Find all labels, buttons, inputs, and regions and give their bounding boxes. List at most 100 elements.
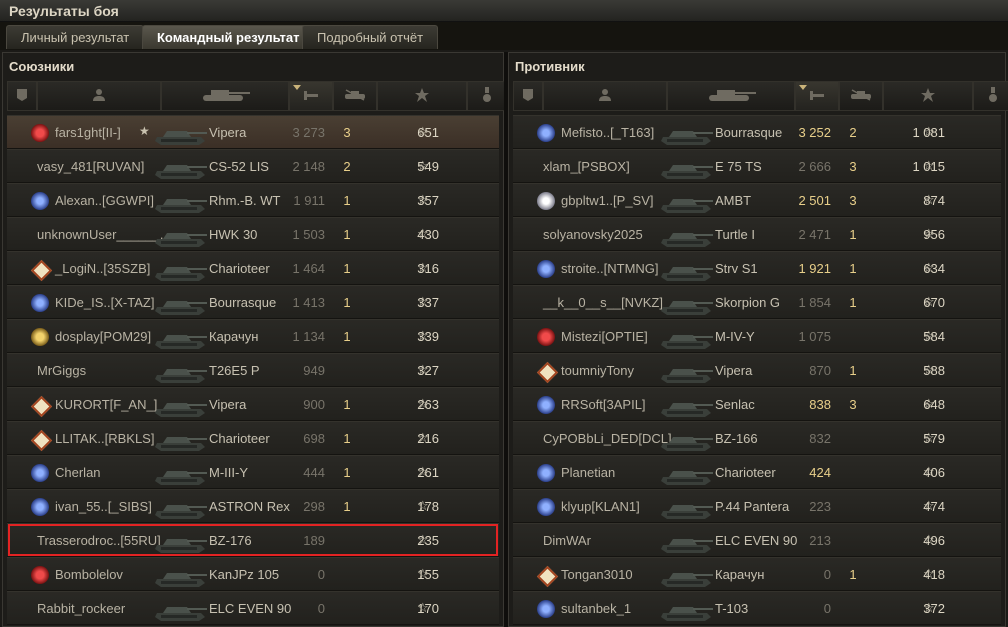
damage-value: 870 xyxy=(809,363,831,378)
enemies-player-row[interactable]: Mefisto..[_T163] Bourrasque 3 252 2 1 081 ☆ xyxy=(513,115,1001,149)
enemies-col-header-damage-icon[interactable] xyxy=(795,81,839,111)
player-name: toumniyTony xyxy=(561,363,634,378)
clan-badge-icon xyxy=(537,566,555,584)
allies-player-row[interactable]: vasy_481[RUVAN] CS-52 LIS 2 148 2 549 ☆ xyxy=(7,149,499,183)
tank-name: Charioteer xyxy=(715,465,776,480)
tank-name: Карачун xyxy=(715,567,765,582)
allies-rows: fars1ght[II-] ★ Vipera 3 273 3 651 ☆ vasy_481[R… xyxy=(7,115,499,625)
player-name: klyup[KLAN1] xyxy=(561,499,640,514)
experience-value: 170 xyxy=(417,601,439,616)
allies-player-row[interactable]: unknownUser______.. HWK 30 1 503 1 430 ☆ xyxy=(7,217,499,251)
allies-col-header-tank-icon[interactable] xyxy=(161,81,289,111)
allies-player-row[interactable]: Trasserodroc..[55RU] BZ-176 189 235 ☆ xyxy=(7,523,499,557)
kills-value: 3 xyxy=(343,125,351,140)
damage-value: 2 501 xyxy=(798,193,831,208)
player-name: RRSoft[3APIL] xyxy=(561,397,646,412)
experience-star-icon: ☆ xyxy=(417,226,429,241)
enemies-player-row[interactable]: Mistezi[OPTIE] M-IV-Y 1 075 584 ☆ xyxy=(513,319,1001,353)
tank-image-icon xyxy=(659,153,714,181)
damage-value: 838 xyxy=(809,397,831,412)
allies-player-row[interactable]: fars1ght[II-] ★ Vipera 3 273 3 651 ☆ xyxy=(7,115,499,149)
enemies-player-row[interactable]: RRSoft[3APIL] Senlac 838 3 648 ☆ xyxy=(513,387,1001,421)
tank-image-icon xyxy=(659,119,714,147)
kills-value: 1 xyxy=(849,363,857,378)
tab-detailed-report[interactable]: Подробный отчёт xyxy=(302,25,439,49)
experience-value: 634 xyxy=(923,261,945,276)
tier-badge-icon xyxy=(15,88,29,105)
allies-col-header-experience-star-icon[interactable] xyxy=(377,81,467,111)
experience-value: 670 xyxy=(923,295,945,310)
tank-name: Turtle I xyxy=(715,227,755,242)
allies-col-header-player-icon[interactable] xyxy=(37,81,161,111)
damage-icon xyxy=(302,88,320,105)
tank-name: T26E5 P xyxy=(209,363,260,378)
allies-panel: Союзники fars1ght[II-] ★ Vipera 3 273 3 651 ☆ v… xyxy=(2,52,507,627)
damage-value: 189 xyxy=(303,533,325,548)
enemies-player-row[interactable]: CyPOBbLi_DED[DCL] BZ-166 832 579 ☆ xyxy=(513,421,1001,455)
enemies-title: Противник xyxy=(515,59,585,74)
player-name: CyPOBbLi_DED[DCL] xyxy=(543,431,672,446)
tank-image-icon xyxy=(659,357,714,385)
tank-image-icon xyxy=(659,561,714,589)
allies-player-row[interactable]: KIDe_IS..[X-TAZ] Bourrasque 1 413 1 337 ☆ xyxy=(7,285,499,319)
tank-image-icon xyxy=(153,255,208,283)
enemies-player-row[interactable]: xlam_[PSBOX] E 75 TS 2 666 3 1 015 ☆ xyxy=(513,149,1001,183)
allies-player-row[interactable]: dosplay[POM29] Карачун 1 134 1 339 ☆ xyxy=(7,319,499,353)
enemies-col-header-experience-star-icon[interactable] xyxy=(883,81,973,111)
experience-value: 430 xyxy=(417,227,439,242)
allies-player-row[interactable]: ivan_55..[_SIBS] ASTRON Rex 298 1 178 ☆ xyxy=(7,489,499,523)
player-name: Mefisto..[_T163] xyxy=(561,125,655,140)
enemies-player-row[interactable]: Tongan3010 Карачун 0 1 418 ☆ xyxy=(513,557,1001,591)
allies-player-row[interactable]: Alexan..[GGWPI] Rhm.-B. WT 1 911 1 357 ☆ xyxy=(7,183,499,217)
allies-col-header-kills-icon[interactable] xyxy=(333,81,377,111)
enemies-player-row[interactable]: stroite..[NTMNG] Strv S1 1 921 1 634 ☆ xyxy=(513,251,1001,285)
tank-image-icon xyxy=(153,323,208,351)
damage-value: 1 854 xyxy=(798,295,831,310)
kills-value: 1 xyxy=(343,193,351,208)
experience-value: 178 xyxy=(417,499,439,514)
allies-col-header-tier-badge-icon[interactable] xyxy=(7,81,37,111)
enemies-player-row[interactable]: DimWAr ELC EVEN 90 213 496 ☆ xyxy=(513,523,1001,557)
experience-value: 337 xyxy=(417,295,439,310)
enemies-player-row[interactable]: __k__0__s__[NVKZ] Skorpion G 1 854 1 670 ☆ xyxy=(513,285,1001,319)
experience-value: 579 xyxy=(923,431,945,446)
medal-icon xyxy=(987,86,999,106)
damage-value: 213 xyxy=(809,533,831,548)
damage-value: 900 xyxy=(303,397,325,412)
allies-col-header-medal-icon[interactable] xyxy=(467,81,507,111)
tank-name: CS-52 LIS xyxy=(209,159,269,174)
enemies-player-row[interactable]: toumniyTony Vipera 870 1 588 ☆ xyxy=(513,353,1001,387)
tank-image-icon xyxy=(153,493,208,521)
player-name: unknownUser______.. xyxy=(37,227,168,242)
tab-team-result[interactable]: Командный результат xyxy=(142,25,315,49)
tank-image-icon xyxy=(153,357,208,385)
enemies-col-header-kills-icon[interactable] xyxy=(839,81,883,111)
allies-player-row[interactable]: KURORT[F_AN_] Vipera 900 1 263 ☆ xyxy=(7,387,499,421)
allies-player-row[interactable]: Rabbit_rockeer ELC EVEN 90 0 170 ☆ xyxy=(7,591,499,625)
enemies-col-header-player-icon[interactable] xyxy=(543,81,667,111)
enemies-col-header-medal-icon[interactable] xyxy=(973,81,1008,111)
tank-image-icon xyxy=(659,595,714,623)
allies-player-row[interactable]: Bombolelov KanJPz 105 0 155 ☆ xyxy=(7,557,499,591)
allies-player-row[interactable]: LLITAK..[RBKLS] Charioteer 698 1 216 ☆ xyxy=(7,421,499,455)
enemies-col-header-tier-badge-icon[interactable] xyxy=(513,81,543,111)
enemies-player-row[interactable]: solyanovsky2025 Turtle I 2 471 1 956 ☆ xyxy=(513,217,1001,251)
tank-name: Bourrasque xyxy=(715,125,783,140)
allies-col-header-damage-icon[interactable] xyxy=(289,81,333,111)
allies-player-row[interactable]: Cherlan M-III-Y 444 1 261 ☆ xyxy=(7,455,499,489)
damage-value: 832 xyxy=(809,431,831,446)
allies-player-row[interactable]: _LogiN..[35SZB] Charioteer 1 464 1 316 ☆ xyxy=(7,251,499,285)
tab-personal-result[interactable]: Личный результат xyxy=(6,25,145,49)
experience-value: 316 xyxy=(417,261,439,276)
allies-player-row[interactable]: MrGiggs T26E5 P 949 327 ☆ xyxy=(7,353,499,387)
enemies-player-row[interactable]: sultanbek_1 T-103 0 372 ☆ xyxy=(513,591,1001,625)
tank-name: Skorpion G xyxy=(715,295,781,310)
enemies-player-row[interactable]: klyup[KLAN1] P.44 Pantera 223 474 ☆ xyxy=(513,489,1001,523)
experience-star-icon: ☆ xyxy=(417,532,429,547)
clan-badge-icon xyxy=(31,328,49,346)
clan-badge-icon xyxy=(537,260,555,278)
enemies-col-header-tank-icon[interactable] xyxy=(667,81,795,111)
damage-value: 3 252 xyxy=(798,125,831,140)
enemies-player-row[interactable]: Planetian Charioteer 424 406 ☆ xyxy=(513,455,1001,489)
enemies-player-row[interactable]: gbpltw1..[P_SV] AMBT 2 501 3 874 ☆ xyxy=(513,183,1001,217)
